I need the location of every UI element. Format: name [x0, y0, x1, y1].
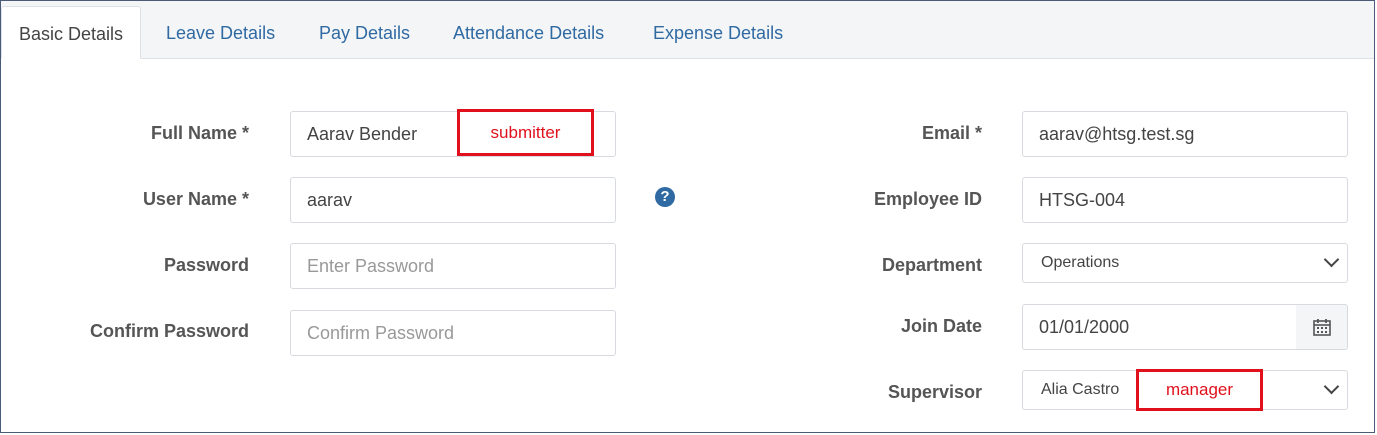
password-input[interactable]	[290, 243, 616, 289]
calendar-button[interactable]	[1296, 304, 1348, 350]
tab-expense-details[interactable]: Expense Details	[653, 6, 783, 59]
employee-id-input[interactable]	[1022, 177, 1348, 223]
user-name-input[interactable]	[290, 177, 616, 223]
tab-basic-details[interactable]: Basic Details	[1, 6, 141, 59]
email-input[interactable]	[1022, 111, 1348, 157]
help-icon[interactable]: ?	[655, 187, 675, 207]
tab-attendance-details[interactable]: Attendance Details	[453, 6, 604, 59]
tab-bar: Basic Details Leave Details Pay Details …	[1, 1, 1374, 59]
submitter-annotation: submitter	[457, 109, 594, 156]
password-label: Password	[163, 255, 249, 275]
confirm-password-label: Confirm Password	[89, 321, 249, 341]
chevron-down-icon	[1323, 378, 1340, 395]
supervisor-label: Supervisor	[887, 382, 982, 402]
tab-pay-details[interactable]: Pay Details	[319, 6, 410, 59]
department-label: Department	[881, 255, 982, 275]
confirm-password-input[interactable]	[290, 310, 616, 356]
join-date-input[interactable]	[1022, 304, 1297, 350]
employee-id-label: Employee ID	[873, 189, 982, 209]
join-date-label: Join Date	[900, 316, 982, 336]
tab-leave-details[interactable]: Leave Details	[166, 6, 275, 59]
supervisor-value: Alia Castro	[1041, 381, 1120, 398]
department-value: Operations	[1041, 254, 1120, 271]
department-select[interactable]: Operations	[1022, 243, 1348, 283]
chevron-down-icon	[1323, 251, 1340, 268]
manager-annotation: manager	[1136, 369, 1263, 411]
calendar-icon	[1313, 319, 1331, 336]
full-name-label: Full Name *	[150, 123, 249, 143]
user-name-label: User Name *	[142, 189, 249, 209]
email-label: Email *	[921, 123, 982, 143]
